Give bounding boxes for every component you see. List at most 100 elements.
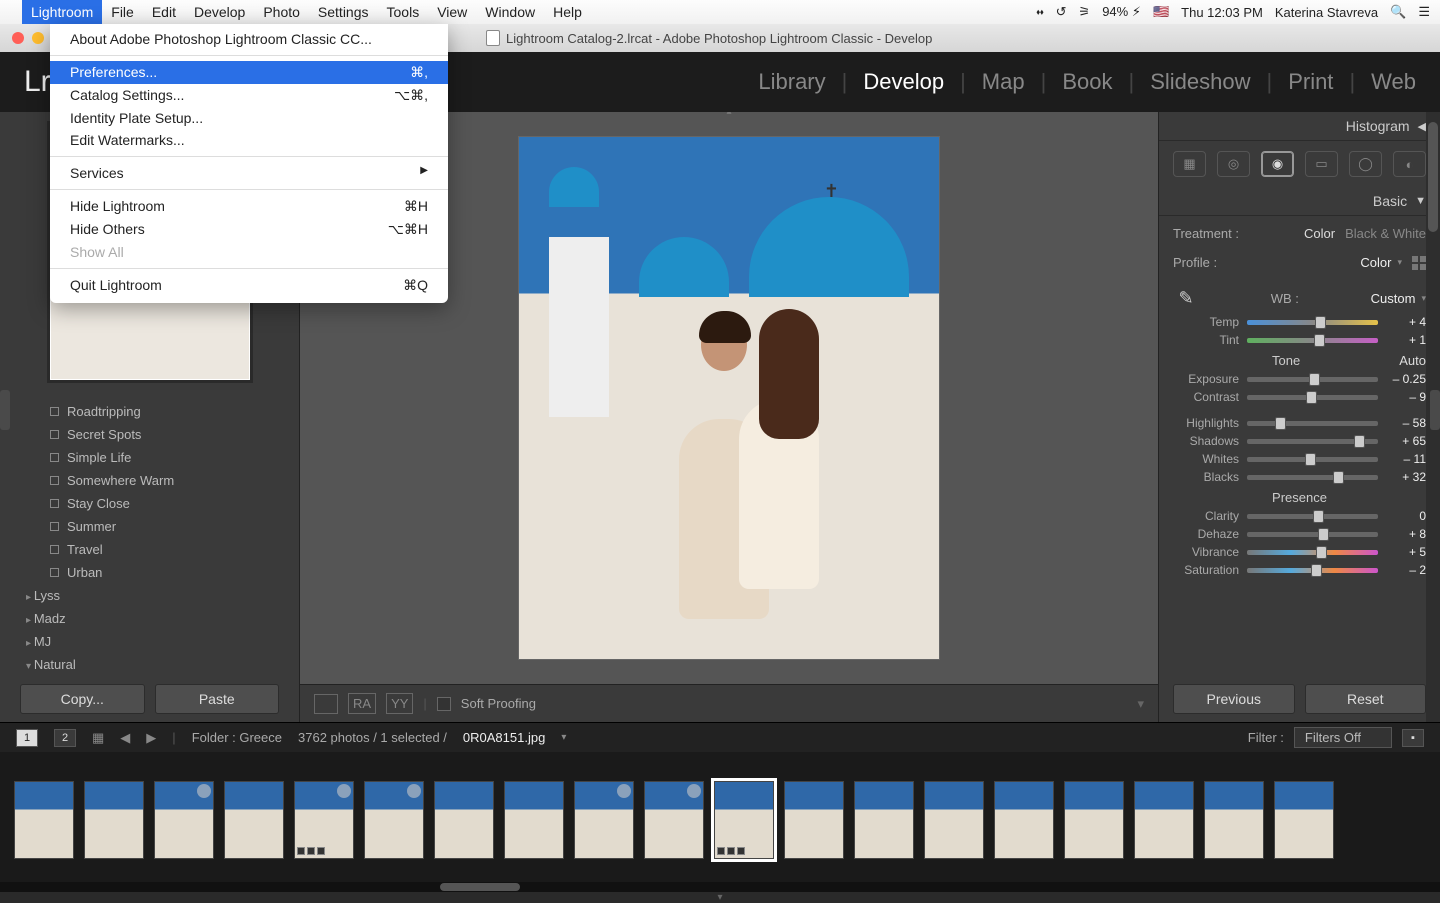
list-item[interactable]: Secret Spots [50, 423, 285, 446]
thumbnail[interactable] [924, 781, 984, 859]
paste-button[interactable]: Paste [155, 684, 280, 714]
menu-about[interactable]: About Adobe Photoshop Lightroom Classic … [50, 28, 448, 50]
grid-view-icon[interactable]: ▦ [92, 730, 104, 746]
clarity-slider[interactable] [1247, 514, 1378, 519]
menu-edit-watermarks[interactable]: Edit Watermarks... [50, 129, 448, 151]
gradient-tool-icon[interactable]: ▭ [1305, 151, 1338, 177]
thumbnail[interactable] [784, 781, 844, 859]
module-library[interactable]: Library [758, 69, 825, 95]
timemachine-icon[interactable]: ↺ [1056, 4, 1067, 20]
menu-photo[interactable]: Photo [254, 0, 309, 24]
contrast-value[interactable]: – 9 [1386, 390, 1426, 404]
menu-extras-icon[interactable]: ☰ [1418, 4, 1430, 20]
list-item[interactable]: Roadtripping [50, 400, 285, 423]
dehaze-value[interactable]: + 8 [1386, 527, 1426, 541]
folder-group[interactable]: MJ [26, 630, 285, 653]
thumbnail[interactable] [294, 781, 354, 859]
brush-tool-icon[interactable]: ◐ [1393, 151, 1426, 177]
thumbnail-selected[interactable] [714, 781, 774, 859]
previous-button[interactable]: Previous [1173, 684, 1295, 714]
temp-slider[interactable] [1247, 320, 1378, 325]
menu-settings[interactable]: Settings [309, 0, 378, 24]
thumbnail[interactable] [854, 781, 914, 859]
thumbnail[interactable] [644, 781, 704, 859]
filmstrip[interactable] [0, 752, 1440, 882]
saturation-slider[interactable] [1247, 568, 1378, 573]
menu-develop[interactable]: Develop [185, 0, 254, 24]
vibrance-value[interactable]: + 5 [1386, 545, 1426, 559]
whites-slider[interactable] [1247, 457, 1378, 462]
menu-window[interactable]: Window [476, 0, 544, 24]
radial-tool-icon[interactable]: ◯ [1349, 151, 1382, 177]
thumbnail[interactable] [1134, 781, 1194, 859]
thumbnail[interactable] [14, 781, 74, 859]
menu-hide-lightroom[interactable]: Hide Lightroom⌘H [50, 195, 448, 218]
module-develop[interactable]: Develop [863, 69, 944, 95]
menu-tools[interactable]: Tools [378, 0, 429, 24]
menu-edit[interactable]: Edit [143, 0, 185, 24]
thumbnail[interactable] [434, 781, 494, 859]
auto-tone-button[interactable]: Auto [1399, 353, 1426, 368]
thumbnail[interactable] [84, 781, 144, 859]
copy-button[interactable]: Copy... [20, 684, 145, 714]
menu-catalog-settings[interactable]: Catalog Settings...⌥⌘, [50, 84, 448, 107]
thumbnail[interactable] [224, 781, 284, 859]
spot-tool-icon[interactable]: ◎ [1217, 151, 1250, 177]
exposure-value[interactable]: – 0.25 [1386, 372, 1426, 386]
filmstrip-scrollbar[interactable] [0, 882, 1440, 892]
thumbnail[interactable] [364, 781, 424, 859]
list-item[interactable]: Summer [50, 515, 285, 538]
list-item[interactable]: Simple Life [50, 446, 285, 469]
user-name[interactable]: Katerina Stavreva [1275, 5, 1378, 20]
clock[interactable]: Thu 12:03 PM [1181, 5, 1263, 20]
thumbnail[interactable] [1204, 781, 1264, 859]
list-item[interactable]: Somewhere Warm [50, 469, 285, 492]
menu-help[interactable]: Help [544, 0, 591, 24]
menu-lightroom[interactable]: Lightroom [22, 0, 102, 24]
menu-view[interactable]: View [428, 0, 476, 24]
menu-file[interactable]: File [102, 0, 143, 24]
highlights-slider[interactable] [1247, 421, 1378, 426]
whites-value[interactable]: – 11 [1386, 452, 1426, 466]
prev-photo-icon[interactable]: ◀ [120, 730, 130, 746]
thumbnail[interactable] [994, 781, 1054, 859]
treatment-color[interactable]: Color [1304, 226, 1335, 241]
reset-button[interactable]: Reset [1305, 684, 1427, 714]
right-panel-toggle[interactable] [1430, 390, 1440, 430]
secondary-display-button[interactable]: 2 [54, 729, 76, 747]
vibrance-slider[interactable] [1247, 550, 1378, 555]
folder-path[interactable]: Folder : Greece [192, 730, 282, 745]
thumbnail[interactable] [1064, 781, 1124, 859]
filter-lock-icon[interactable]: ▪ [1402, 729, 1424, 747]
treatment-bw[interactable]: Black & White [1345, 226, 1426, 241]
basic-panel-header[interactable]: Basic▼ [1159, 187, 1440, 216]
module-slideshow[interactable]: Slideshow [1150, 69, 1250, 95]
module-print[interactable]: Print [1288, 69, 1333, 95]
wifi-icon[interactable]: ⚞ [1079, 4, 1091, 20]
menu-identity-plate[interactable]: Identity Plate Setup... [50, 107, 448, 129]
folder-group[interactable]: Natural [26, 653, 285, 676]
highlights-value[interactable]: – 58 [1386, 416, 1426, 430]
wb-dropdown[interactable]: Custom [1371, 291, 1416, 306]
shadows-value[interactable]: + 65 [1386, 434, 1426, 448]
primary-display-button[interactable]: 1 [16, 729, 38, 747]
temp-value[interactable]: + 4 [1386, 315, 1426, 329]
tint-value[interactable]: + 1 [1386, 333, 1426, 347]
profile-dropdown[interactable]: Color [1360, 255, 1391, 270]
clarity-value[interactable]: 0 [1386, 509, 1426, 523]
filmstrip-resize-handle[interactable]: ▾ [0, 892, 1440, 900]
toolbar-disclosure-icon[interactable]: ▾ [1137, 696, 1144, 712]
redeye-tool-icon[interactable]: ◉ [1261, 151, 1294, 177]
blacks-value[interactable]: + 32 [1386, 470, 1426, 484]
module-book[interactable]: Book [1062, 69, 1112, 95]
dehaze-slider[interactable] [1247, 532, 1378, 537]
battery-status[interactable]: 94% ⚡︎ [1102, 4, 1141, 20]
crop-tool-icon[interactable]: ▦ [1173, 151, 1206, 177]
folder-group[interactable]: Madz [26, 607, 285, 630]
folder-group[interactable]: Lyss [26, 584, 285, 607]
filter-dropdown[interactable]: Filters Off [1294, 727, 1392, 748]
window-minimize-button[interactable] [32, 32, 44, 44]
dropbox-icon[interactable]: ⬪⬪ [1036, 4, 1043, 20]
profile-browser-icon[interactable] [1412, 256, 1426, 270]
blacks-slider[interactable] [1247, 475, 1378, 480]
